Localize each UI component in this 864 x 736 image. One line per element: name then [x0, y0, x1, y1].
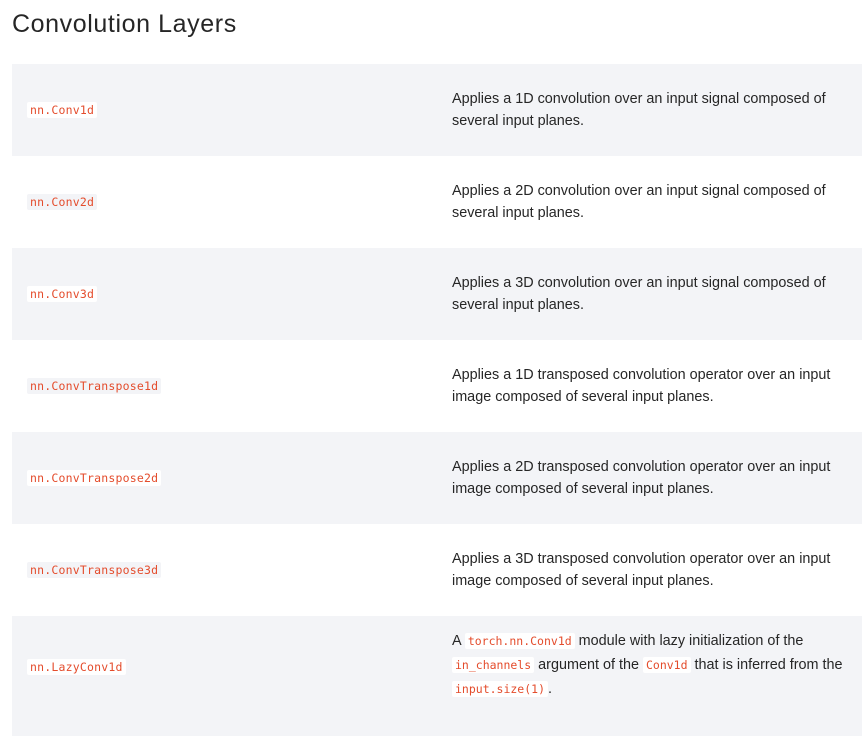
layer-link-convtranspose2d[interactable]: nn.ConvTranspose2d: [27, 470, 162, 486]
page-title: Convolution Layers: [12, 10, 237, 38]
description-cell: Applies a 2D convolution over an input s…: [452, 183, 826, 221]
description-cell: Applies a 3D convolution over an input s…: [452, 275, 826, 313]
description-text: .: [548, 681, 553, 697]
name-cell: nn.Conv2d: [12, 193, 452, 211]
table-row: nn.LazyConv1d A torch.nn.Conv1d module w…: [12, 616, 862, 736]
layer-link-convtranspose1d[interactable]: nn.ConvTranspose1d: [27, 378, 162, 394]
name-cell: nn.ConvTranspose2d: [12, 469, 452, 487]
layer-link-lazyconv1d[interactable]: nn.LazyConv1d: [27, 659, 126, 675]
description-cell: A torch.nn.Conv1d module with lazy initi…: [452, 616, 862, 701]
description-text: A: [452, 633, 465, 649]
layer-link-conv1d[interactable]: nn.Conv1d: [27, 102, 98, 118]
description-cell: Applies a 3D transposed convolution oper…: [452, 551, 831, 589]
description-cell: Applies a 2D transposed convolution oper…: [452, 459, 831, 497]
inline-code-in-channels: in_channels: [452, 657, 535, 673]
table-row: nn.ConvTranspose3d Applies a 3D transpos…: [12, 524, 862, 616]
layer-link-conv3d[interactable]: nn.Conv3d: [27, 286, 98, 302]
inline-code-input-size: input.size(1): [452, 681, 549, 697]
description-cell: Applies a 1D convolution over an input s…: [452, 91, 826, 129]
name-cell: nn.ConvTranspose1d: [12, 377, 452, 395]
description-text: module with lazy initialization of the: [574, 633, 804, 649]
description-cell: Applies a 1D transposed convolution oper…: [452, 367, 831, 405]
name-cell: nn.ConvTranspose3d: [12, 561, 452, 579]
inline-code-link-torch-nn-conv1d[interactable]: torch.nn.Conv1d: [464, 633, 575, 649]
layer-link-convtranspose3d[interactable]: nn.ConvTranspose3d: [27, 562, 162, 578]
description-text: argument of the: [534, 657, 643, 673]
name-cell: nn.Conv1d: [12, 101, 452, 119]
name-cell: nn.Conv3d: [12, 285, 452, 303]
layer-link-conv2d[interactable]: nn.Conv2d: [27, 194, 98, 210]
description-text: that is inferred from the: [690, 657, 843, 673]
table-row: nn.ConvTranspose1d Applies a 1D transpos…: [12, 340, 862, 432]
table-row: nn.Conv1d Applies a 1D convolution over …: [12, 64, 862, 156]
inline-code-conv1d: Conv1d: [642, 657, 691, 673]
table-row: nn.Conv2d Applies a 2D convolution over …: [12, 156, 862, 248]
table-row: nn.Conv3d Applies a 3D convolution over …: [12, 248, 862, 340]
convolution-layers-table: nn.Conv1d Applies a 1D convolution over …: [12, 64, 862, 736]
name-cell: nn.LazyConv1d: [12, 616, 452, 676]
table-row: nn.ConvTranspose2d Applies a 2D transpos…: [12, 432, 862, 524]
